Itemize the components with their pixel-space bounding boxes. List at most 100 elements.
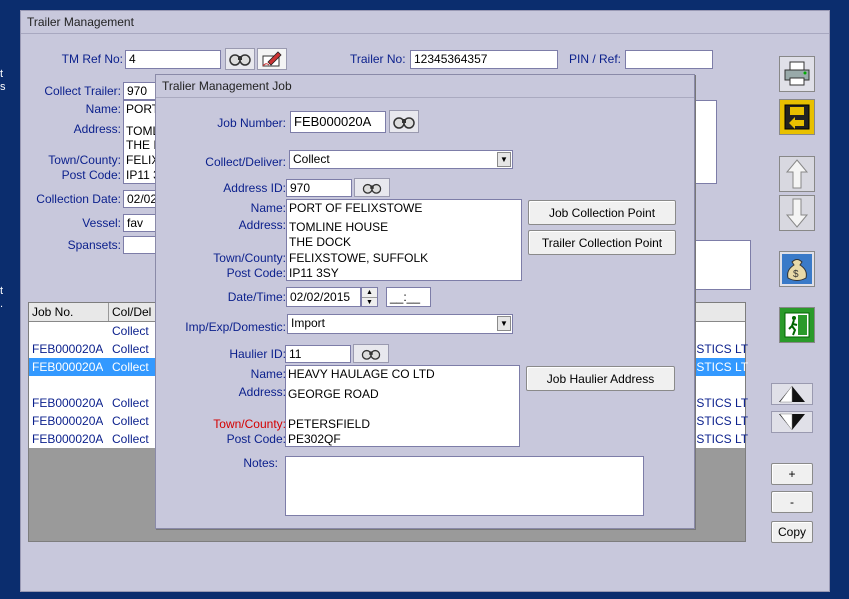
- copy-button[interactable]: Copy: [771, 521, 813, 543]
- print-button[interactable]: [779, 56, 815, 92]
- nav-prev-button[interactable]: [771, 383, 813, 405]
- collect-address-line2: THE I: [126, 138, 157, 152]
- row-job-no: FEB000020A: [32, 396, 104, 410]
- job-number-field[interactable]: FEB000020A: [290, 111, 386, 133]
- grid-header-col-del[interactable]: Col/Del: [112, 303, 151, 321]
- haulier-id-search-button[interactable]: [353, 344, 389, 363]
- spansets-label: Spansets:: [67, 238, 121, 252]
- pin-ref-label: PIN / Ref:: [569, 52, 622, 66]
- collect-deliver-value: Collect: [293, 152, 330, 166]
- triangle-down-icon: [779, 413, 805, 431]
- collection-date-field[interactable]: 02/02: [123, 190, 159, 208]
- row-tail: ISTICS LT: [693, 342, 749, 356]
- vessel-field[interactable]: fav: [123, 214, 159, 232]
- tm-ref-search-button[interactable]: [225, 48, 255, 70]
- add-button[interactable]: +: [771, 463, 813, 485]
- delivery-notes-box: [693, 240, 751, 290]
- move-down-button[interactable]: [779, 195, 815, 231]
- job-number-label: Job Number:: [217, 116, 286, 130]
- collect-trailer-field[interactable]: 970: [123, 82, 159, 100]
- date-spinner[interactable]: ▲ ▼: [361, 287, 378, 307]
- exit-button[interactable]: [779, 307, 815, 343]
- grid-header-job-no[interactable]: Job No.: [32, 303, 73, 321]
- dialog-title: Tralier Management Job: [156, 75, 694, 98]
- collection-date-label: Collection Date:: [36, 192, 121, 206]
- left-edge-text: .: [0, 298, 4, 310]
- trailer-no-label: Trailer No:: [350, 52, 406, 66]
- address-id-label: Address ID:: [223, 181, 286, 195]
- remove-button[interactable]: -: [771, 491, 813, 513]
- haulier-town-county-value: PETERSFIELD: [288, 417, 371, 431]
- svg-text:$: $: [793, 269, 799, 280]
- haulier-address-label: Address:: [238, 385, 286, 399]
- address-line2: THE DOCK: [289, 235, 352, 249]
- chevron-down-icon: ▼: [497, 152, 511, 167]
- collect-postcode-label: Post Code:: [61, 168, 121, 182]
- left-edge-text: s: [0, 81, 6, 93]
- town-county-label: Town/County:: [213, 251, 286, 265]
- binoculars-icon: [361, 349, 381, 360]
- imp-exp-domestic-value: Import: [291, 316, 326, 330]
- row-tail: ISTICS LT: [693, 432, 749, 446]
- notes-label: Notes:: [243, 456, 278, 470]
- collect-deliver-label: Collect/Deliver:: [205, 155, 286, 169]
- imp-exp-domestic-select[interactable]: Import ▼: [287, 314, 513, 334]
- move-up-button[interactable]: [779, 156, 815, 192]
- trailer-no-field[interactable]: 12345364357: [410, 50, 558, 69]
- row-job-no: FEB000020A: [32, 342, 104, 356]
- binoculars-icon: [362, 183, 382, 194]
- nav-next-button[interactable]: [771, 411, 813, 433]
- trailer-collection-point-button[interactable]: Trailer Collection Point: [528, 230, 676, 255]
- save-disk-icon: [784, 104, 810, 130]
- row-col-del: Collect: [112, 342, 149, 356]
- collect-trailer-label: Collect Trailer:: [44, 84, 121, 98]
- pin-ref-field[interactable]: [625, 50, 713, 69]
- haulier-name-label: Name:: [250, 367, 286, 381]
- spansets-field[interactable]: [123, 236, 159, 254]
- window-title: Trailer Management: [21, 11, 829, 33]
- haulier-town-county-label: Town/County:: [213, 417, 286, 431]
- title-divider: [21, 33, 829, 34]
- printer-icon: [784, 61, 810, 86]
- haulier-address-value: GEORGE ROAD: [288, 387, 379, 401]
- vessel-label: Vessel:: [82, 216, 121, 230]
- row-col-del: Collect: [112, 360, 149, 374]
- name-label: Name:: [250, 201, 286, 215]
- pen-paper-icon: [262, 51, 282, 67]
- money-bag-icon: $: [782, 254, 812, 284]
- haulier-id-label: Haulier ID:: [229, 347, 286, 361]
- job-collection-point-button[interactable]: Job Collection Point: [528, 200, 676, 225]
- tm-ref-edit-button[interactable]: [257, 48, 287, 70]
- time-field[interactable]: __:__: [386, 287, 431, 307]
- collect-name-label: Name:: [85, 102, 121, 116]
- save-exit-button[interactable]: [779, 99, 815, 135]
- date-field[interactable]: 02/02/2015: [286, 287, 361, 307]
- tm-ref-field[interactable]: 4: [125, 50, 221, 69]
- haulier-id-field[interactable]: 11: [285, 345, 351, 363]
- collect-address-label: Address:: [73, 122, 121, 136]
- job-haulier-address-button[interactable]: Job Haulier Address: [526, 366, 675, 391]
- money-bag-button[interactable]: $: [779, 251, 815, 287]
- notes-field[interactable]: [285, 456, 644, 516]
- left-edge-fragment: t .: [0, 285, 3, 311]
- row-tail: ISTICS LT: [693, 396, 749, 410]
- triangle-up-icon: [779, 385, 805, 403]
- address-id-search-button[interactable]: [354, 178, 390, 197]
- haulier-postcode-label: Post Code:: [226, 432, 286, 446]
- collect-town-label: Town/County:: [48, 153, 121, 167]
- row-col-del: Collect: [112, 396, 149, 410]
- binoculars-icon: [393, 116, 415, 129]
- delivery-address-box: [693, 100, 717, 184]
- address-id-field[interactable]: 970: [286, 179, 352, 197]
- trailer-management-job-dialog: Tralier Management Job Job Number: FEB00…: [155, 74, 695, 529]
- spinner-up-icon[interactable]: ▲: [362, 288, 377, 298]
- address-label: Address:: [238, 218, 286, 232]
- row-col-del: Collect: [112, 324, 149, 338]
- arrow-up-icon: [785, 159, 809, 189]
- job-number-search-button[interactable]: [389, 110, 419, 133]
- spinner-down-icon[interactable]: ▼: [362, 298, 377, 307]
- left-edge-fragment: t s: [0, 68, 6, 94]
- collect-deliver-select[interactable]: Collect ▼: [289, 150, 513, 169]
- date-time-label: Date/Time:: [227, 290, 286, 304]
- tm-ref-label: TM Ref No:: [61, 52, 123, 66]
